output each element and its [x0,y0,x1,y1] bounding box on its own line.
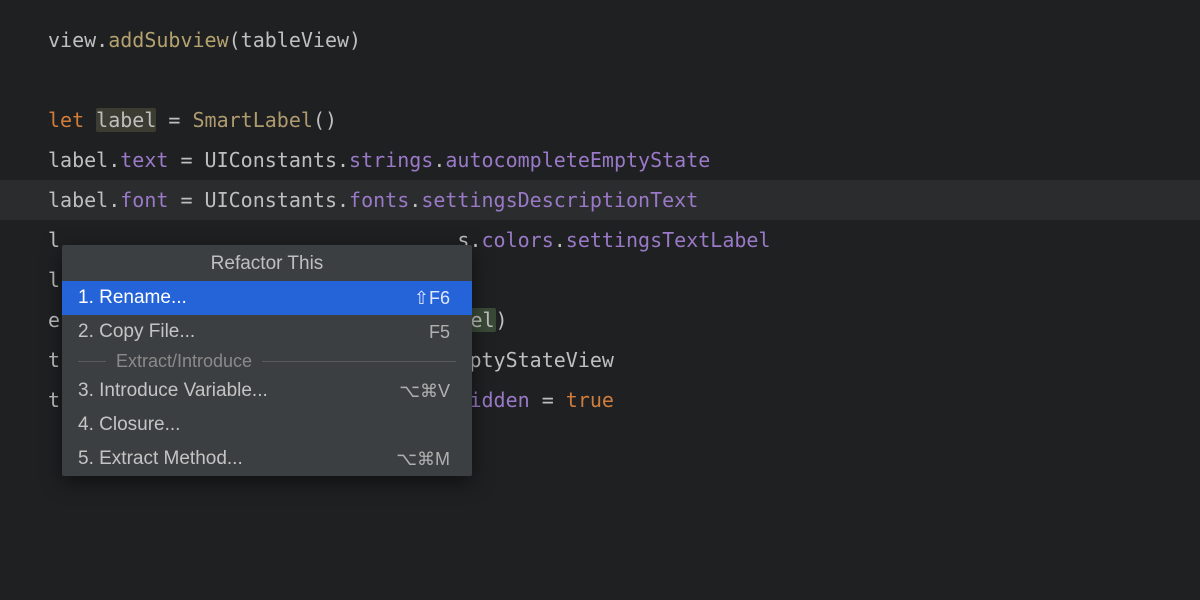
popup-item-label: 2. Copy File... [78,321,195,343]
code-line: view.addSubview(tableView) [0,20,1200,60]
popup-item-extract-method[interactable]: 5. Extract Method... ⌥⌘M [62,442,472,476]
popup-item-copy-file[interactable]: 2. Copy File... F5 [62,315,472,349]
popup-item-shortcut: F5 [429,322,450,343]
popup-item-label: 5. Extract Method... [78,448,243,470]
code-line-active: label.font = UIConstants.fonts.settingsD… [0,180,1200,220]
popup-title: Refactor This [62,245,472,281]
popup-item-label: 3. Introduce Variable... [78,380,268,402]
popup-item-shortcut: ⌥⌘V [399,381,450,402]
popup-item-closure[interactable]: 4. Closure... [62,408,472,442]
popup-item-label: 1. Rename... [78,287,187,309]
refactor-popup: Refactor This 1. Rename... ⇧F6 2. Copy F… [62,245,472,476]
popup-item-shortcut: ⌥⌘M [396,449,450,470]
popup-item-rename[interactable]: 1. Rename... ⇧F6 [62,281,472,315]
code-line: let label = SmartLabel() [0,100,1200,140]
popup-divider: Extract/Introduce [62,349,472,374]
code-line [0,60,1200,100]
popup-item-shortcut: ⇧F6 [414,288,450,309]
code-line: label.text = UIConstants.strings.autocom… [0,140,1200,180]
popup-item-label: 4. Closure... [78,414,180,436]
popup-item-introduce-variable[interactable]: 3. Introduce Variable... ⌥⌘V [62,374,472,408]
